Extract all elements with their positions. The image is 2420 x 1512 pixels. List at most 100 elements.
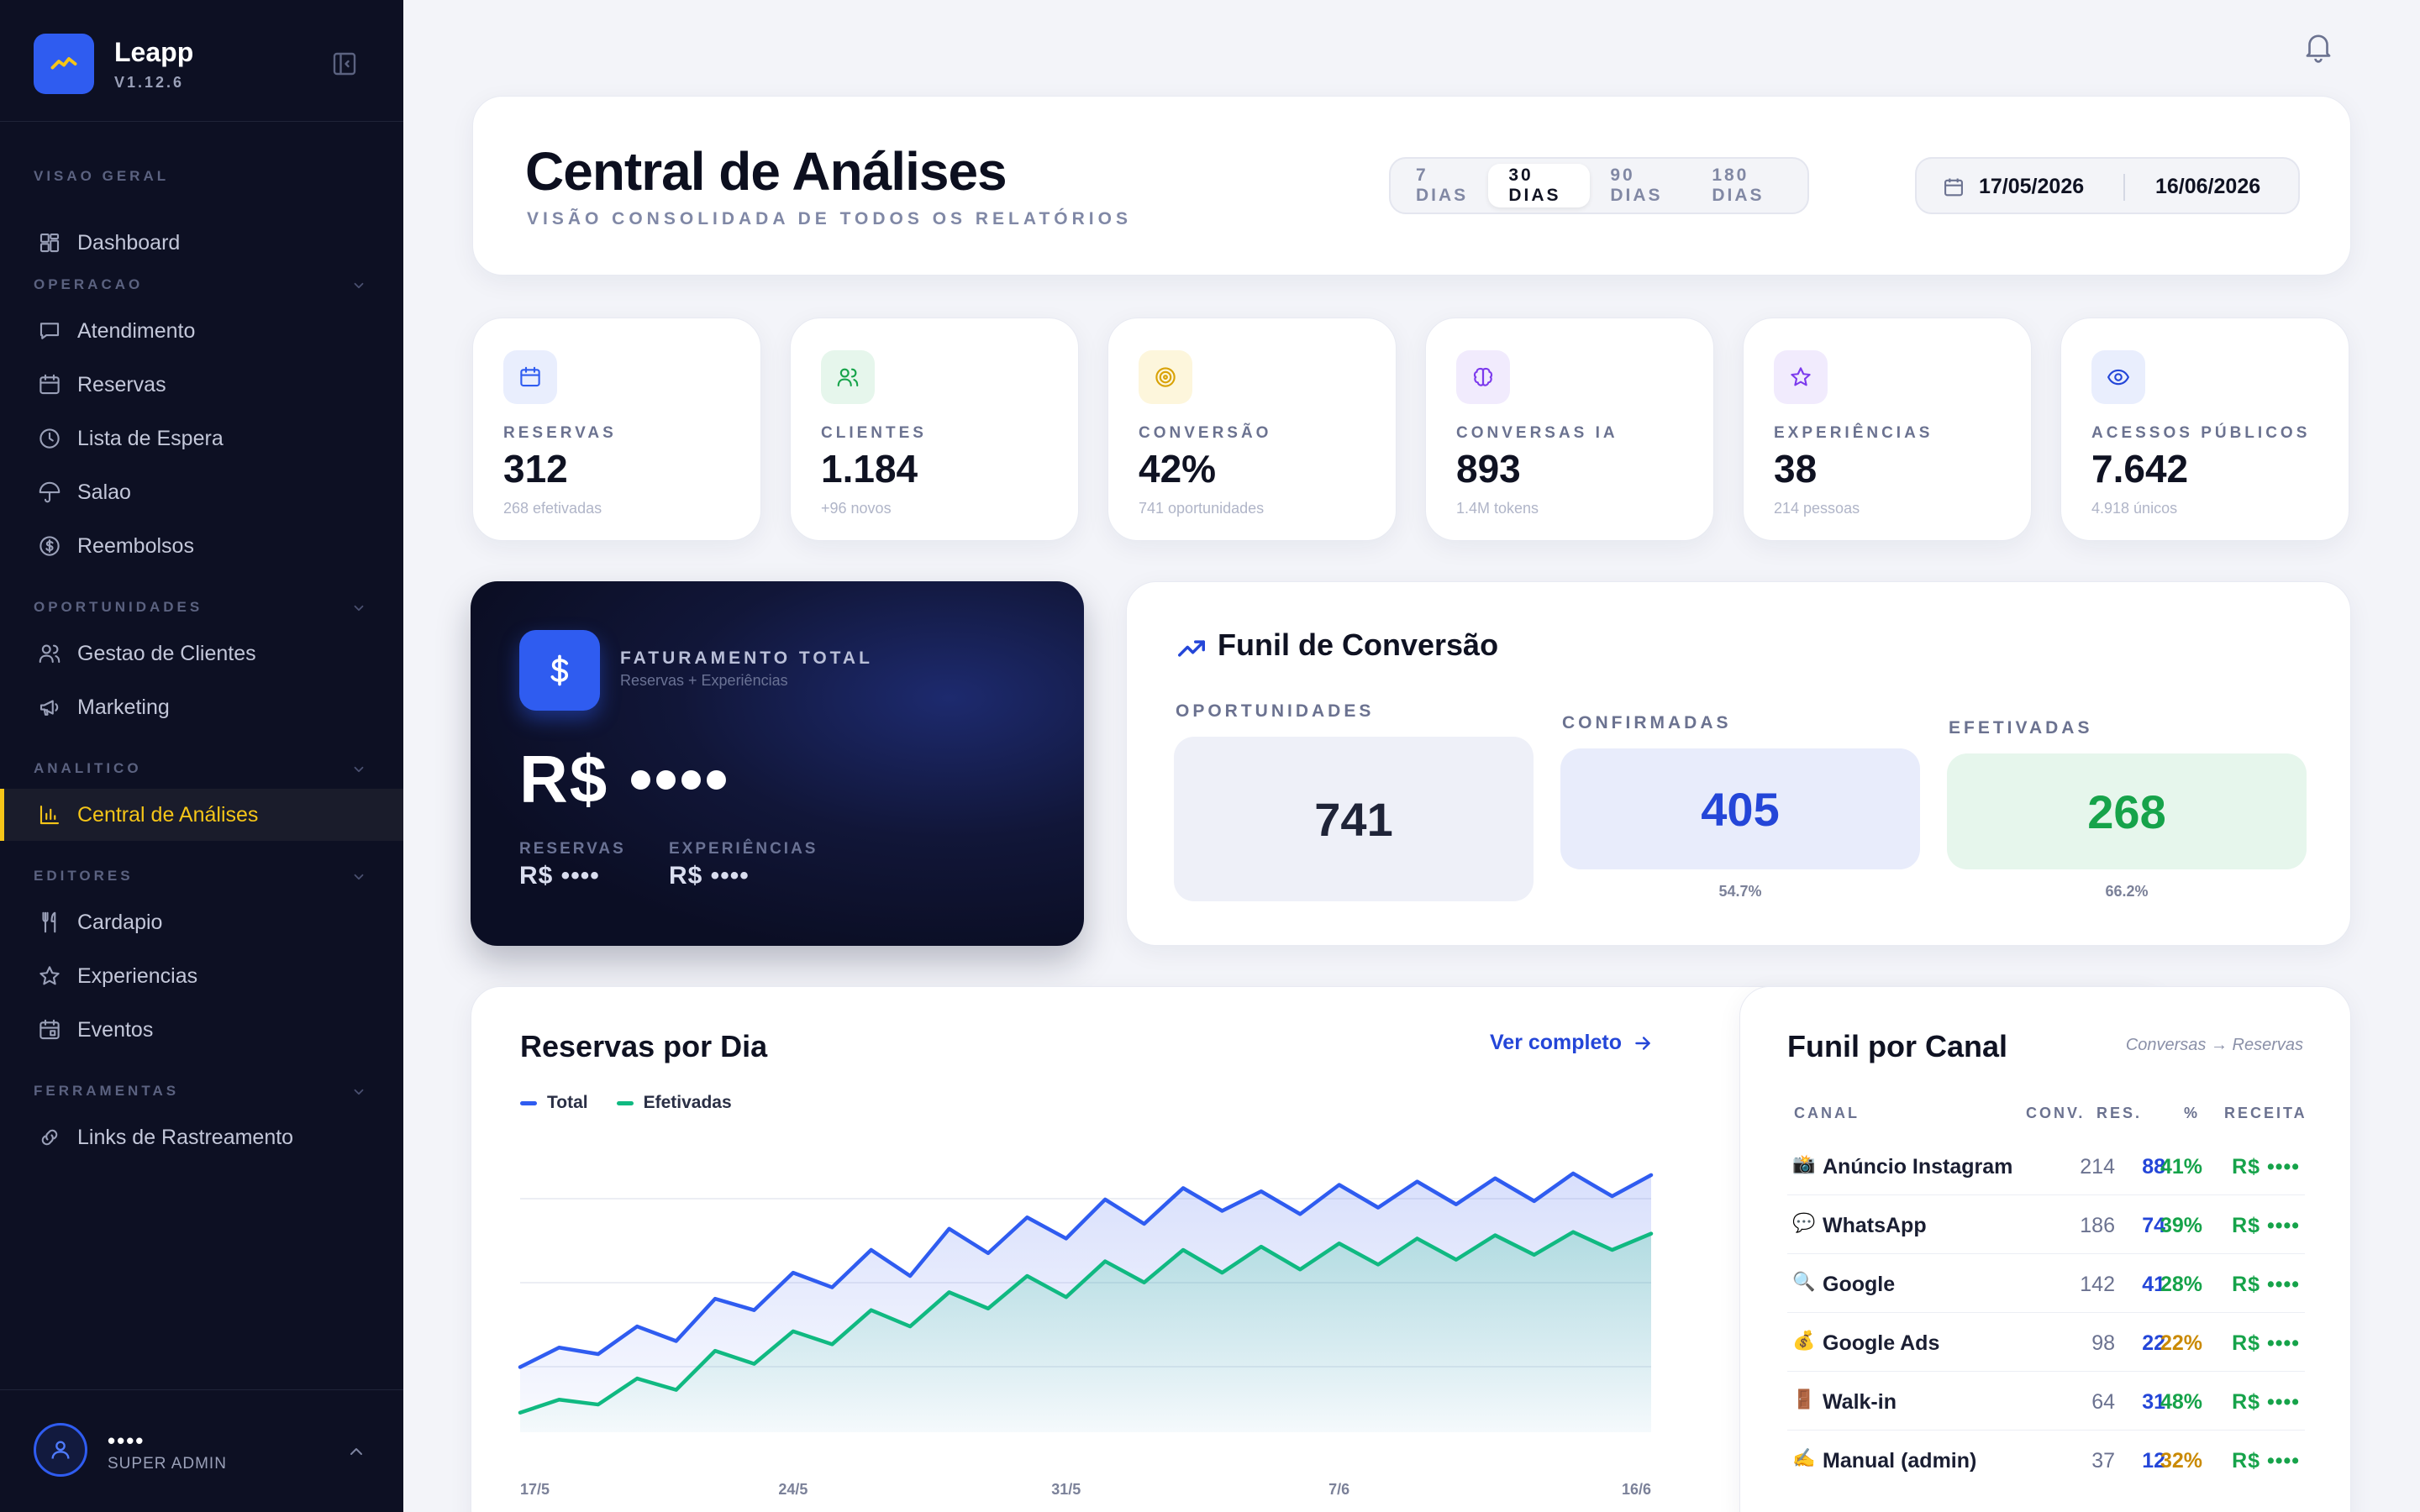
sidebar-item-central-de-analises[interactable]: Central de Análises	[0, 789, 403, 841]
calendar-event-icon	[35, 1016, 64, 1044]
sidebar-section-title: OPERACAO	[34, 276, 144, 292]
channel-conv: 142	[2080, 1273, 2115, 1296]
calendar-icon	[503, 350, 557, 404]
col-header-canal: CANAL	[1794, 1105, 1860, 1121]
sidebar-item-label: Links de Rastreamento	[77, 1125, 294, 1149]
star-icon	[1774, 350, 1828, 404]
sidebar-item-label: Lista de Espera	[77, 426, 224, 450]
channel-emoji: 💬	[1792, 1212, 1816, 1233]
table-row[interactable]: 🔍 Google 142 41 28% R$ ••••	[1787, 1254, 2305, 1313]
stat-value: 1.184	[821, 447, 918, 491]
sidebar-item-salao[interactable]: Salao	[0, 466, 403, 518]
target-icon	[1139, 350, 1192, 404]
chevron-down-icon[interactable]	[351, 762, 366, 777]
x-tick-label: 31/5	[1051, 1481, 1081, 1498]
chevron-down-icon[interactable]	[351, 601, 366, 616]
channel-pct: 22%	[2160, 1331, 2202, 1355]
sidebar-section-title: ANALITICO	[34, 760, 142, 776]
table-row[interactable]: 💬 WhatsApp 186 74 39% R$ ••••	[1787, 1195, 2305, 1254]
date-separator	[2123, 174, 2125, 201]
umbrella-icon	[35, 478, 64, 507]
range-button[interactable]: 7 DIAS	[1396, 164, 1488, 207]
channel-name: Google Ads	[1823, 1331, 1940, 1355]
channel-name: Walk-in	[1823, 1390, 1897, 1414]
avatar[interactable]	[34, 1423, 87, 1477]
date-start[interactable]: 17/05/2026	[1979, 175, 2084, 199]
stat-subtext: +96 novos	[821, 500, 892, 517]
stat-label: CONVERSAS IA	[1456, 424, 1618, 442]
logo-icon[interactable]	[34, 34, 94, 94]
stat-label: CONVERSÃO	[1139, 424, 1272, 442]
range-button[interactable]: 180 DIAS	[1691, 164, 1802, 207]
chevron-up-icon[interactable]	[346, 1441, 366, 1462]
users-icon	[35, 639, 64, 668]
table-row[interactable]: 🚪 Walk-in 64 31 48% R$ ••••	[1787, 1372, 2305, 1431]
stat-card[interactable]: CONVERSÃO 42% 741 oportunidades	[1107, 318, 1397, 541]
sidebar-item-label: Cardapio	[77, 910, 163, 934]
chevron-down-icon[interactable]	[351, 278, 366, 293]
chevron-down-icon[interactable]	[351, 869, 366, 885]
user-name: ••••	[108, 1428, 145, 1453]
dollar-icon	[519, 630, 600, 711]
sidebar-item-dashboard[interactable]: Dashboard	[0, 217, 403, 269]
channel-emoji: 📸	[1792, 1153, 1816, 1174]
sidebar-collapse-icon[interactable]	[329, 49, 360, 79]
sidebar-item-reembolsos[interactable]: Reembolsos	[0, 520, 403, 572]
channel-emoji: 💰	[1792, 1330, 1816, 1351]
sidebar-item-label: Reservas	[77, 372, 166, 396]
channel-conv: 214	[2080, 1155, 2115, 1179]
sidebar-item-links-de-rastreamento[interactable]: Links de Rastreamento	[0, 1111, 403, 1163]
channel-revenue: R$ ••••	[2232, 1273, 2300, 1296]
stat-card[interactable]: ACESSOS PÚBLICOS 7.642 4.918 únicos	[2060, 318, 2349, 541]
date-end[interactable]: 16/06/2026	[2155, 175, 2260, 199]
bell-icon[interactable]	[2301, 29, 2336, 64]
star-icon	[35, 962, 64, 990]
sidebar-item-gestao-de-clientes[interactable]: Gestao de Clientes	[0, 627, 403, 680]
page-subtitle: VISÃO CONSOLIDADA DE TODOS OS RELATÓRIOS	[527, 209, 1132, 228]
table-row[interactable]: ✍️ Manual (admin) 37 12 32% R$ ••••	[1787, 1431, 2305, 1489]
revenue-reservas-label: RESERVAS	[519, 840, 626, 858]
revenue-card: FATURAMENTO TOTAL Reservas + Experiência…	[471, 581, 1084, 946]
app-version: V1.12.6	[114, 74, 185, 91]
table-row[interactable]: 💰 Google Ads 98 22 22% R$ ••••	[1787, 1313, 2305, 1372]
stat-value: 312	[503, 447, 568, 491]
range-button[interactable]: 90 DIAS	[1590, 164, 1691, 207]
x-tick-label: 7/6	[1328, 1481, 1349, 1498]
channel-conv: 186	[2080, 1214, 2115, 1237]
sidebar-item-marketing[interactable]: Marketing	[0, 681, 403, 733]
sidebar-item-experiencias[interactable]: Experiencias	[0, 950, 403, 1002]
range-button[interactable]: 30 DIAS	[1488, 164, 1591, 207]
stat-card[interactable]: CLIENTES 1.184 +96 novos	[790, 318, 1079, 541]
funnel-card: Funil de Conversão OPORTUNIDADES 741 CONFI…	[1126, 581, 2351, 946]
stat-card[interactable]: RESERVAS 312 268 efetivadas	[472, 318, 761, 541]
sidebar-item-eventos[interactable]: Eventos	[0, 1004, 403, 1056]
sidebar-item-lista-de-espera[interactable]: Lista de Espera	[0, 412, 403, 465]
calendar-icon	[35, 370, 64, 399]
reservas-chart: 17/5 24/5 31/5 7/6 16/6	[518, 1171, 1654, 1498]
sidebar: Leapp V1.12.6 VISAO GERAL Dashboard OPERAC…	[0, 0, 403, 1512]
table-row[interactable]: 📸 Anúncio Instagram 214 88 41% R$ ••••	[1787, 1137, 2305, 1195]
clock-icon	[35, 424, 64, 453]
channel-name: Google	[1823, 1273, 1896, 1296]
channel-emoji: ✍️	[1792, 1447, 1816, 1468]
funnel-stage-value: 741	[1174, 737, 1534, 901]
eye-icon	[2091, 350, 2145, 404]
date-range-picker[interactable]: 17/05/2026 16/06/2026	[1915, 157, 2300, 214]
channel-conv: 98	[2091, 1331, 2115, 1355]
stat-value: 42%	[1139, 447, 1217, 491]
funnel-stage-label: OPORTUNIDADES	[1176, 701, 1375, 721]
stat-card[interactable]: EXPERIÊNCIAS 38 214 pessoas	[1743, 318, 2032, 541]
stat-label: RESERVAS	[503, 424, 617, 442]
channel-pct: 39%	[2160, 1214, 2202, 1237]
channel-revenue: R$ ••••	[2232, 1214, 2300, 1237]
sidebar-item-atendimento[interactable]: Atendimento	[0, 305, 403, 357]
chevron-down-icon[interactable]	[351, 1084, 366, 1100]
sidebar-item-cardapio[interactable]: Cardapio	[0, 896, 403, 948]
sidebar-item-reservas[interactable]: Reservas	[0, 359, 403, 411]
sidebar-item-label: Eventos	[77, 1017, 154, 1042]
funnel-stage-value: 268	[1947, 753, 2307, 869]
brain-icon	[1456, 350, 1510, 404]
calendar-icon	[1942, 176, 1965, 199]
stat-card[interactable]: CONVERSAS IA 893 1.4M tokens	[1425, 318, 1714, 541]
user-role: SUPER ADMIN	[108, 1455, 227, 1473]
